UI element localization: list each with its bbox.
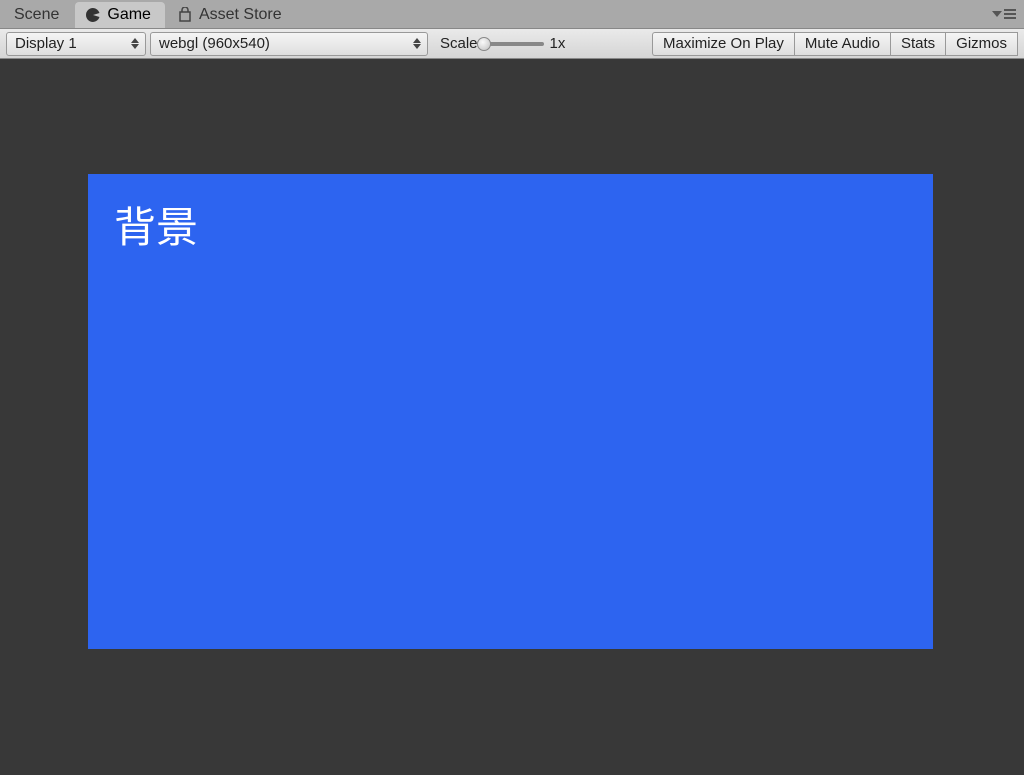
tab-asset-store[interactable]: Asset Store [167,2,296,28]
tab-bar: Scene Game Asset Store [0,0,1024,28]
slider-thumb[interactable] [477,37,491,51]
display-dropdown[interactable]: Display 1 [6,32,146,56]
updown-icon [413,38,421,49]
game-toolbar: Display 1 webgl (960x540) Scale 1x Maxim… [0,28,1024,59]
panel-options[interactable] [992,9,1016,19]
stats-button[interactable]: Stats [890,32,945,56]
shopping-bag-icon [177,7,193,23]
gizmos-label: Gizmos [956,35,1007,52]
scale-slider[interactable] [484,42,544,46]
tab-scene-label: Scene [14,6,59,24]
display-value: Display 1 [15,35,77,52]
background-label-text: 背景 [114,194,198,255]
mute-audio-button[interactable]: Mute Audio [794,32,890,56]
tab-scene[interactable]: Scene [4,2,73,28]
pacman-icon [85,7,101,23]
scale-label: Scale [440,35,478,52]
stats-label: Stats [901,35,935,52]
scale-control: Scale 1x [432,35,582,52]
game-viewport[interactable]: 背景 [88,174,933,649]
dropdown-arrow-icon [992,11,1002,17]
updown-icon [131,38,139,49]
hamburger-icon [1004,9,1016,19]
scale-value: 1x [550,35,574,52]
mute-audio-label: Mute Audio [805,35,880,52]
tab-game-label: Game [107,6,151,24]
game-view-area: 背景 [0,59,1024,775]
tab-asset-store-label: Asset Store [199,6,282,24]
tab-game[interactable]: Game [75,2,165,28]
maximize-label: Maximize On Play [663,35,784,52]
maximize-on-play-button[interactable]: Maximize On Play [652,32,794,56]
aspect-dropdown[interactable]: webgl (960x540) [150,32,428,56]
gizmos-button[interactable]: Gizmos [945,32,1018,56]
aspect-value: webgl (960x540) [159,35,270,52]
